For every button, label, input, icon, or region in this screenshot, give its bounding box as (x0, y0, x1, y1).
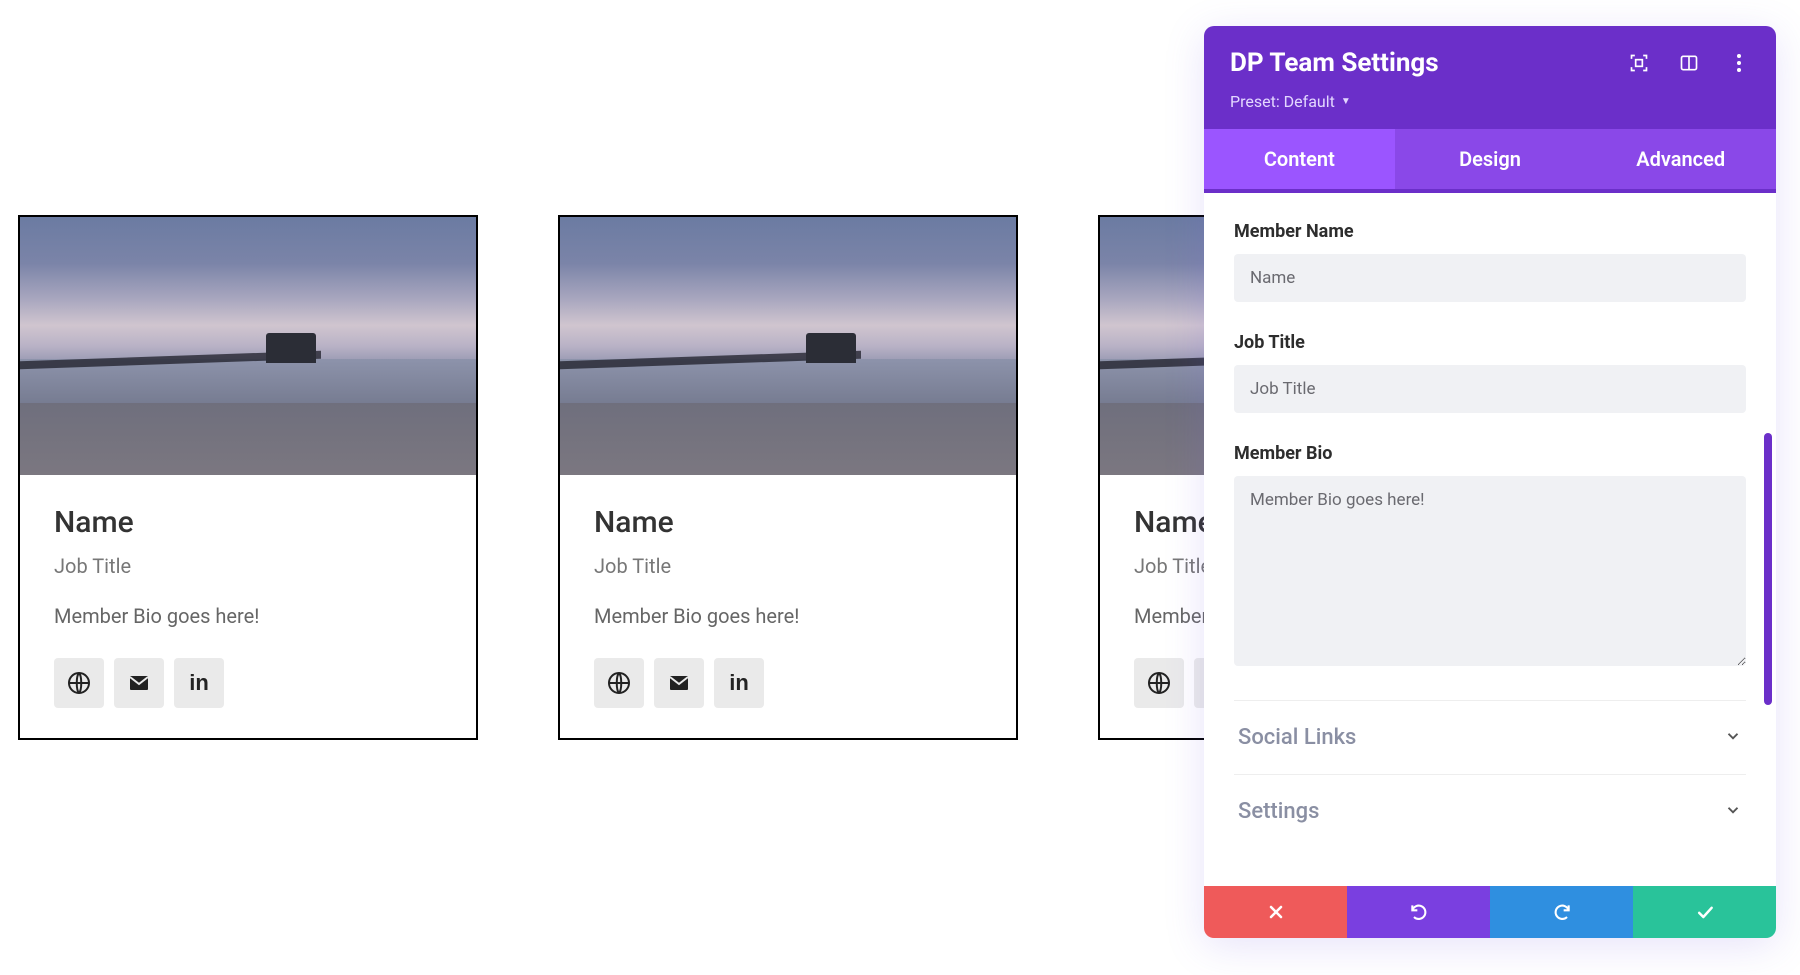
panel-title: DP Team Settings (1230, 48, 1439, 78)
member-bio: Member Bio goes here! (54, 604, 442, 628)
member-name: Name (54, 505, 442, 540)
linkedin-icon[interactable]: in (714, 658, 764, 708)
mail-icon[interactable] (114, 658, 164, 708)
settings-panel: DP Team Settings Preset: Default ▼ Conte… (1204, 26, 1776, 938)
member-job-title: Job Title (54, 554, 442, 578)
member-image (20, 217, 476, 475)
section-title: Social Links (1238, 725, 1356, 750)
section-settings[interactable]: Settings (1234, 774, 1746, 848)
undo-button[interactable] (1347, 886, 1490, 938)
tab-advanced[interactable]: Advanced (1585, 129, 1776, 189)
member-bio: Member Bio goes here! (594, 604, 982, 628)
panel-header: DP Team Settings Preset: Default ▼ Conte… (1204, 26, 1776, 193)
section-title: Settings (1238, 799, 1319, 824)
textarea-member-bio[interactable] (1234, 476, 1746, 666)
responsive-view-icon[interactable] (1678, 52, 1700, 74)
member-job-title: Job Title (594, 554, 982, 578)
tab-design[interactable]: Design (1395, 129, 1586, 189)
preset-label: Preset: Default (1230, 92, 1335, 111)
linkedin-icon[interactable]: in (174, 658, 224, 708)
input-job-title[interactable] (1234, 365, 1746, 413)
globe-icon[interactable] (1134, 658, 1184, 708)
tab-content[interactable]: Content (1204, 129, 1395, 189)
section-social-links[interactable]: Social Links (1234, 700, 1746, 774)
panel-body: Member Name Job Title Member Bio Social … (1204, 193, 1776, 886)
member-image (560, 217, 1016, 475)
preset-dropdown[interactable]: Preset: Default ▼ (1230, 92, 1750, 111)
social-links: in (594, 658, 982, 708)
label-member-name: Member Name (1234, 221, 1746, 242)
team-card: Name Job Title Member Bio goes here! in (18, 215, 478, 740)
member-name: Name (594, 505, 982, 540)
mail-icon[interactable] (654, 658, 704, 708)
input-member-name[interactable] (1234, 254, 1746, 302)
save-button[interactable] (1633, 886, 1776, 938)
cancel-button[interactable] (1204, 886, 1347, 938)
panel-scroll-area[interactable]: Member Name Job Title Member Bio Social … (1204, 193, 1776, 886)
expand-icon[interactable] (1628, 52, 1650, 74)
chevron-down-icon (1724, 727, 1742, 749)
chevron-down-icon (1724, 801, 1742, 823)
more-options-icon[interactable] (1728, 52, 1750, 74)
label-member-bio: Member Bio (1234, 443, 1746, 464)
panel-footer (1204, 886, 1776, 938)
globe-icon[interactable] (594, 658, 644, 708)
social-links: in (54, 658, 442, 708)
chevron-down-icon: ▼ (1341, 96, 1351, 107)
redo-button[interactable] (1490, 886, 1633, 938)
scrollbar-thumb[interactable] (1764, 433, 1772, 705)
label-job-title: Job Title (1234, 332, 1746, 353)
panel-tabs: Content Design Advanced (1204, 129, 1776, 189)
globe-icon[interactable] (54, 658, 104, 708)
team-card: Name Job Title Member Bio goes here! in (558, 215, 1018, 740)
